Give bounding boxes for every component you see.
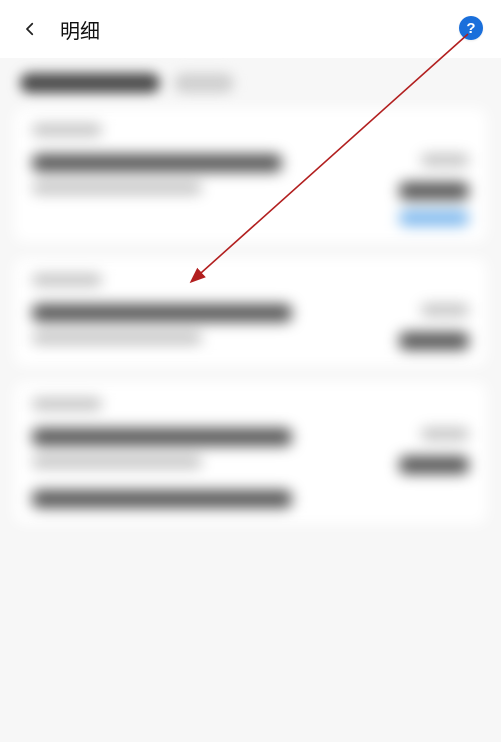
chevron-left-icon [21, 20, 39, 38]
transaction-card[interactable] [14, 382, 487, 524]
help-button[interactable]: ? [459, 16, 483, 40]
header-bar: 明细 ? [0, 0, 501, 58]
page-title: 明细 [60, 15, 100, 44]
transaction-card[interactable] [14, 258, 487, 366]
content-area [0, 58, 501, 742]
transaction-card[interactable] [14, 108, 487, 242]
help-icon: ? [466, 21, 475, 36]
back-button[interactable] [16, 15, 44, 43]
